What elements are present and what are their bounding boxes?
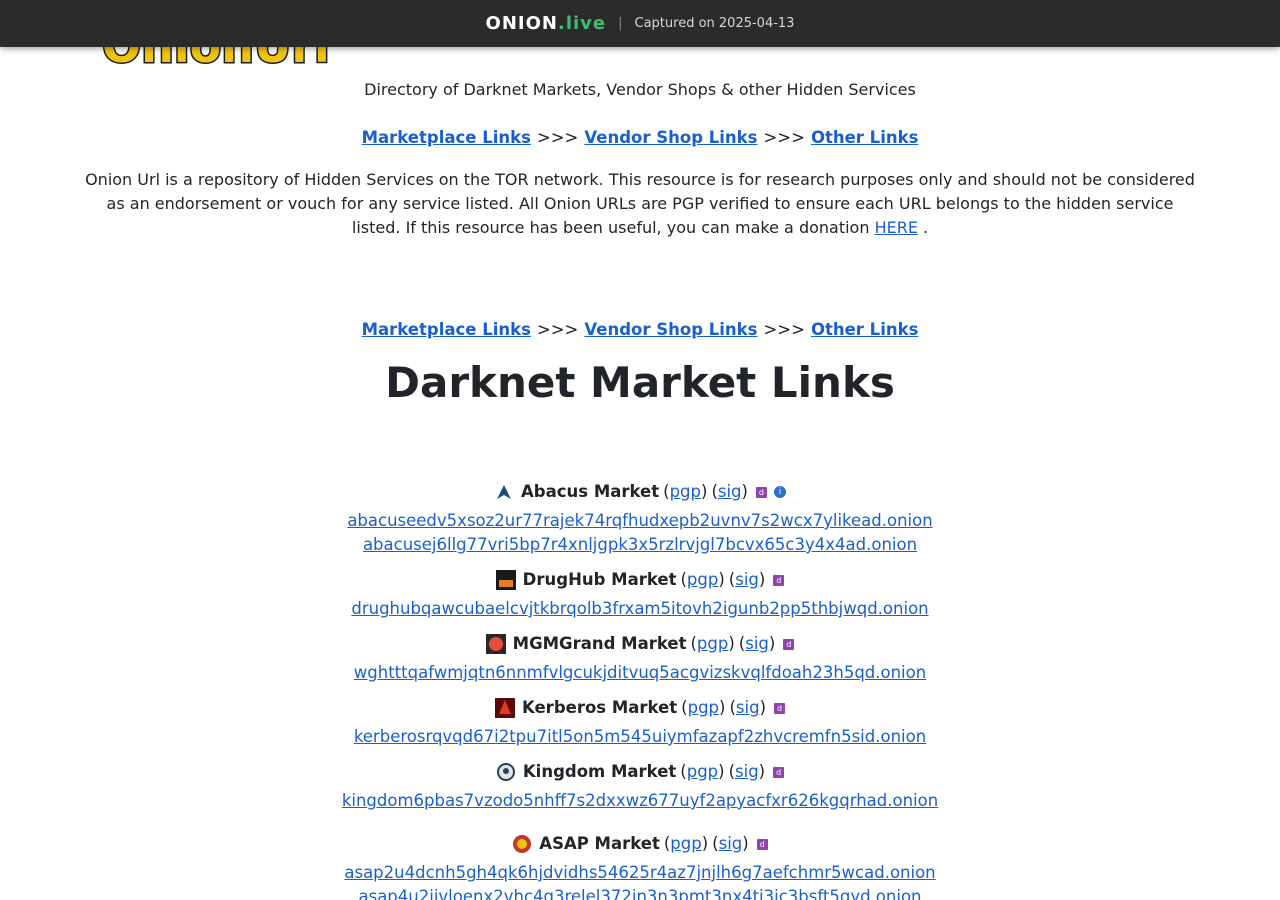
onion-url-link[interactable]: abacusej6llg77vri5bp7r4xnljgpk3x5rzlrvjg… — [0, 533, 1280, 557]
nav-other-link[interactable]: Other Links — [811, 320, 918, 339]
market-name: DrugHub Market — [522, 570, 677, 589]
nav-arrows: >>> — [536, 320, 579, 339]
capture-topbar: ONION.live | Captured on 2025-04-13 — [0, 0, 1280, 47]
drughub-icon — [495, 570, 516, 590]
onion-url-link[interactable]: kingdom6pbas7vzodo5nhff7s2dxxwz677uyf2ap… — [0, 789, 1280, 813]
nav-vendor-link[interactable]: Vendor Shop Links — [584, 128, 757, 147]
onion-url-link[interactable]: abacuseedv5xsoz2ur77rajek74rqfhudxepb2uv… — [0, 509, 1280, 533]
nav-arrows: >>> — [763, 128, 805, 147]
asap-icon — [513, 835, 532, 853]
dread-badge-icon[interactable]: d — [755, 486, 767, 498]
sig-link[interactable]: sig — [719, 834, 743, 853]
sig-link[interactable]: sig — [745, 634, 769, 653]
section-nav-top: Marketplace Links >>> Vendor Shop Links >>>… — [0, 128, 1280, 147]
pgp-link[interactable]: pgp — [687, 762, 718, 781]
nav-marketplace-link[interactable]: Marketplace Links — [362, 128, 531, 147]
onion-url-link[interactable]: kerberosrqvqd67i2tpu7itl5on5m545uiymfaza… — [0, 725, 1280, 749]
market-entry-kerberos: Kerberos Market (pgp) (sig) d kerberosrq… — [0, 696, 1280, 749]
pgp-link[interactable]: pgp — [670, 834, 701, 853]
intro-tail: . — [917, 218, 929, 237]
page-title: Darknet Market Links — [385, 358, 895, 407]
nav-arrows: >>> — [763, 320, 805, 339]
intro-text: Onion Url is a repository of Hidden Serv… — [85, 170, 1195, 237]
pgp-link[interactable]: pgp — [687, 570, 718, 589]
mgmgrand-icon — [485, 634, 506, 654]
sig-link[interactable]: sig — [735, 570, 759, 589]
nav-arrows: >>> — [536, 128, 579, 147]
pgp-link[interactable]: pgp — [697, 634, 728, 653]
pgp-link[interactable]: pgp — [688, 698, 719, 717]
sig-link[interactable]: sig — [736, 698, 760, 717]
market-entry-drughub: DrugHub Market (pgp) (sig) d drughubqawc… — [0, 568, 1280, 621]
market-name: Kingdom Market — [522, 762, 677, 781]
market-entry-asap: ASAP Market (pgp) (sig) d asap2u4dcnh5gh… — [0, 832, 1280, 900]
sig-link[interactable]: sig — [718, 482, 742, 501]
site-tagline: Directory of Darknet Markets, Vendor Sho… — [364, 80, 916, 99]
dread-badge-icon[interactable]: d — [773, 574, 785, 586]
dread-badge-icon[interactable]: d — [774, 702, 785, 714]
onion-url-link[interactable]: drughubqawcubaelcvjtkbrqolb3frxam5itovh2… — [0, 597, 1280, 621]
onion-url-link[interactable]: wghtttqafwmjqtn6nnmfvlgcukjditvuq5acgviz… — [0, 661, 1280, 685]
section-nav-bottom: Marketplace Links >>> Vendor Shop Links >>>… — [0, 320, 1280, 339]
onion-url-link[interactable]: asap4u2jivloenx2vhc4g3relel372in3n3pmt3n… — [0, 885, 1280, 900]
donate-link[interactable]: HERE — [875, 218, 918, 237]
kingdom-icon — [496, 763, 515, 781]
pgp-link[interactable]: pgp — [670, 482, 701, 501]
intro-paragraph: Onion Url is a repository of Hidden Serv… — [80, 168, 1200, 240]
market-name: Abacus Market — [521, 482, 660, 501]
market-name: ASAP Market — [539, 834, 660, 853]
dread-badge-icon[interactable]: d — [756, 838, 768, 850]
dread-badge-icon[interactable]: d — [773, 766, 785, 778]
dread-badge-icon[interactable]: d — [783, 638, 795, 650]
abacus-icon — [497, 485, 512, 499]
sig-link[interactable]: sig — [735, 762, 759, 781]
capture-date: Captured on 2025-04-13 — [634, 16, 795, 31]
onion-url-link[interactable]: asap2u4dcnh5gh4qk6hjdvidhs54625r4az7jnjl… — [0, 861, 1280, 885]
topbar-separator: | — [618, 16, 623, 31]
market-entry-kingdom: Kingdom Market (pgp) (sig) d kingdom6pba… — [0, 760, 1280, 813]
market-entry-mgmgrand: MGMGrand Market (pgp) (sig) d wghtttqafw… — [0, 632, 1280, 685]
info-icon[interactable]: i — [773, 486, 786, 498]
market-name: MGMGrand Market — [512, 634, 687, 653]
nav-vendor-link[interactable]: Vendor Shop Links — [584, 320, 757, 339]
nav-marketplace-link[interactable]: Marketplace Links — [362, 320, 531, 339]
market-name: Kerberos Market — [522, 698, 678, 717]
market-entry-abacus: Abacus Market (pgp) (sig) d i abacuseedv… — [0, 480, 1280, 557]
brand-logo[interactable]: ONION.live — [486, 13, 607, 34]
nav-other-link[interactable]: Other Links — [811, 128, 918, 147]
kerberos-icon — [495, 698, 515, 718]
